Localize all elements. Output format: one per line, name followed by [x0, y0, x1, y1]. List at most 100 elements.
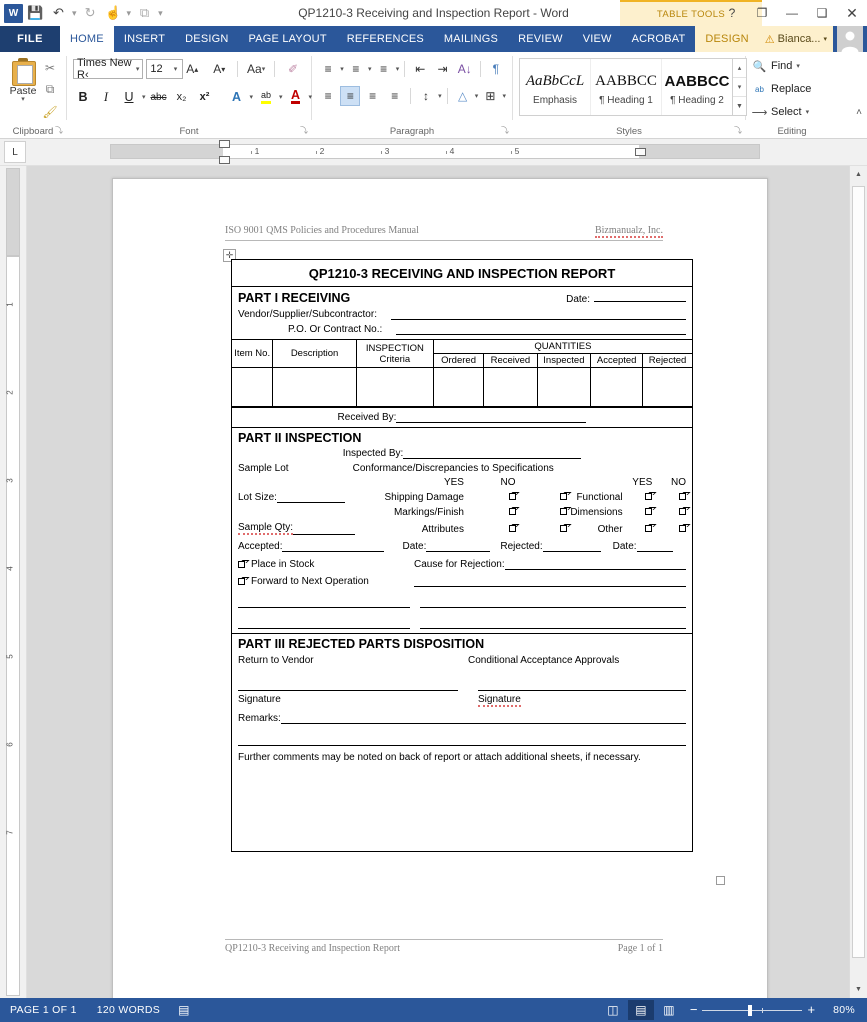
checkbox-markings-finish-no[interactable] [560, 508, 568, 515]
style-item-heading2[interactable]: AABBCC ¶ Heading 2 [662, 59, 732, 115]
checkbox-attributes-no[interactable] [560, 525, 568, 532]
cause-for-rejection-field[interactable] [504, 558, 686, 570]
tab-mailings[interactable]: MAILINGS [434, 26, 508, 52]
left-indent-marker[interactable] [219, 156, 230, 164]
checkbox-dimensions-no[interactable] [679, 508, 687, 515]
find-button[interactable]: 🔍 Find ▾ [752, 56, 832, 76]
ribbon-display-options-button[interactable]: ❐ [747, 0, 777, 26]
shrink-font-button[interactable]: A ▾ [207, 59, 231, 80]
italic-button[interactable]: I [96, 86, 116, 108]
tab-design[interactable]: DESIGN [175, 26, 238, 52]
first-line-indent-marker[interactable] [219, 140, 230, 148]
shading-dropdown-icon[interactable]: ▾ [475, 92, 479, 100]
tab-home[interactable]: HOME [60, 26, 114, 52]
cell-ordered[interactable] [432, 367, 485, 407]
paste-button[interactable]: Paste ▾ [6, 56, 40, 103]
accepted-field[interactable] [282, 540, 385, 552]
proofing-icon[interactable]: ▤ [170, 1003, 197, 1017]
document-canvas[interactable]: ISO 9001 QMS Policies and Procedures Man… [27, 166, 849, 998]
cause-line-2[interactable] [414, 575, 686, 587]
restore-button[interactable]: ❑ [807, 0, 837, 26]
close-button[interactable]: ✕ [837, 0, 867, 26]
tab-stop-selector[interactable]: L [4, 141, 26, 163]
underline-button[interactable]: U [119, 86, 139, 108]
show-formatting-marks-button[interactable]: ¶ [486, 59, 506, 79]
minimize-button[interactable]: — [777, 0, 807, 26]
highlight-dropdown-icon[interactable]: ▾ [279, 93, 283, 101]
checkbox-place-in-stock[interactable] [238, 561, 245, 568]
cell-inspected[interactable] [536, 367, 592, 407]
font-name-input[interactable]: Times New R‹ ▾ [73, 57, 144, 81]
tab-acrobat[interactable]: ACROBAT [622, 26, 696, 52]
signature-line-left[interactable] [238, 679, 458, 691]
font-size-input[interactable]: 12 [146, 59, 183, 79]
find-dropdown-icon[interactable]: ▾ [796, 62, 800, 70]
strikethrough-button[interactable]: abc [149, 86, 169, 108]
checkbox-forward-next-operation[interactable] [238, 578, 245, 585]
account-dropdown-icon[interactable]: ▾ [823, 35, 827, 43]
copy-icon[interactable]: ⧉ [40, 80, 60, 99]
tab-file[interactable]: FILE [0, 26, 60, 52]
avatar[interactable] [837, 26, 863, 52]
checkbox-dimensions-yes[interactable] [645, 508, 653, 515]
customize-qat-icon[interactable]: ▾ [157, 8, 164, 19]
cell-accepted[interactable] [590, 367, 644, 407]
checkbox-shipping-damage-no[interactable] [560, 493, 568, 500]
text-effects-dropdown-icon[interactable]: ▾ [250, 93, 254, 101]
touch-mode-icon[interactable]: ☝ [103, 3, 124, 24]
shading-button[interactable]: △ [453, 86, 473, 106]
superscript-button[interactable]: x² [195, 86, 215, 108]
blank-line-left-1[interactable] [238, 596, 410, 608]
format-painter-icon[interactable]: 🖌 [40, 102, 60, 121]
blank-line-right-1[interactable] [420, 596, 686, 608]
undo-dropdown-icon[interactable]: ▾ [71, 8, 78, 19]
bullets-button[interactable]: ≡ [318, 59, 338, 79]
rejected-date-field[interactable] [636, 540, 673, 552]
cell-received[interactable] [483, 367, 538, 407]
tab-review[interactable]: REVIEW [508, 26, 573, 52]
style-item-heading1[interactable]: AABBCC ¶ Heading 1 [591, 59, 662, 115]
underline-dropdown-icon[interactable]: ▾ [142, 93, 146, 101]
web-layout-button[interactable]: ▥ [656, 1000, 682, 1020]
read-mode-button[interactable]: ◫ [600, 1000, 626, 1020]
line-spacing-button[interactable]: ↕ [416, 86, 436, 106]
inspected-by-field[interactable] [403, 447, 582, 459]
help-button[interactable]: ? [717, 0, 747, 26]
account-button[interactable]: ⚠ Bianca... ▾ [758, 26, 833, 52]
tab-page-layout[interactable]: PAGE LAYOUT [239, 26, 337, 52]
bold-button[interactable]: B [73, 86, 93, 108]
multilevel-list-button[interactable]: ≡ [373, 59, 393, 79]
right-indent-marker[interactable] [635, 148, 646, 156]
cell-item-no[interactable] [232, 367, 274, 407]
scroll-up-icon[interactable]: ▲ [850, 166, 867, 183]
line-spacing-dropdown-icon[interactable]: ▾ [438, 92, 442, 100]
redo-icon[interactable]: ↻ [80, 3, 101, 24]
save-icon[interactable]: 💾 [25, 3, 46, 24]
vertical-scrollbar[interactable]: ▲ ▼ [849, 166, 867, 998]
font-size-dropdown-icon[interactable]: ▾ [174, 65, 178, 73]
styles-more-icon[interactable]: ▼ [733, 97, 746, 115]
grow-font-button[interactable]: A ▴ [180, 59, 204, 80]
clear-formatting-icon[interactable]: ✐ [281, 59, 305, 80]
align-right-button[interactable]: ≡ [362, 86, 382, 106]
zoom-in-button[interactable]: + [807, 1003, 815, 1016]
remarks-line-2[interactable] [238, 734, 686, 746]
styles-dialog-launcher[interactable]: ⤵ [734, 125, 742, 136]
subscript-button[interactable]: x₂ [172, 86, 192, 108]
align-center-button[interactable]: ≡ [340, 85, 361, 106]
checkbox-other-yes[interactable] [645, 525, 653, 532]
paste-dropdown-icon[interactable]: ▾ [21, 96, 25, 103]
font-dialog-launcher[interactable]: ⤵ [300, 125, 308, 136]
select-button[interactable]: ⟶ Select ▾ [752, 102, 832, 122]
checkbox-functional-no[interactable] [679, 493, 687, 500]
table-resize-handle[interactable] [716, 876, 725, 885]
signature-line-right[interactable] [478, 679, 686, 691]
part1-date-field[interactable] [594, 290, 686, 302]
receiving-inspection-form[interactable]: QP1210-3 RECEIVING AND INSPECTION REPORT… [231, 259, 693, 852]
blank-line-right-2[interactable] [420, 617, 686, 629]
received-by-field[interactable] [396, 411, 587, 423]
font-name-dropdown-icon[interactable]: ▾ [136, 65, 140, 73]
sort-button[interactable]: A↓ [455, 59, 475, 79]
horizontal-ruler[interactable]: 1 2 3 4 5 [110, 140, 760, 164]
cell-rejected[interactable] [642, 367, 692, 407]
